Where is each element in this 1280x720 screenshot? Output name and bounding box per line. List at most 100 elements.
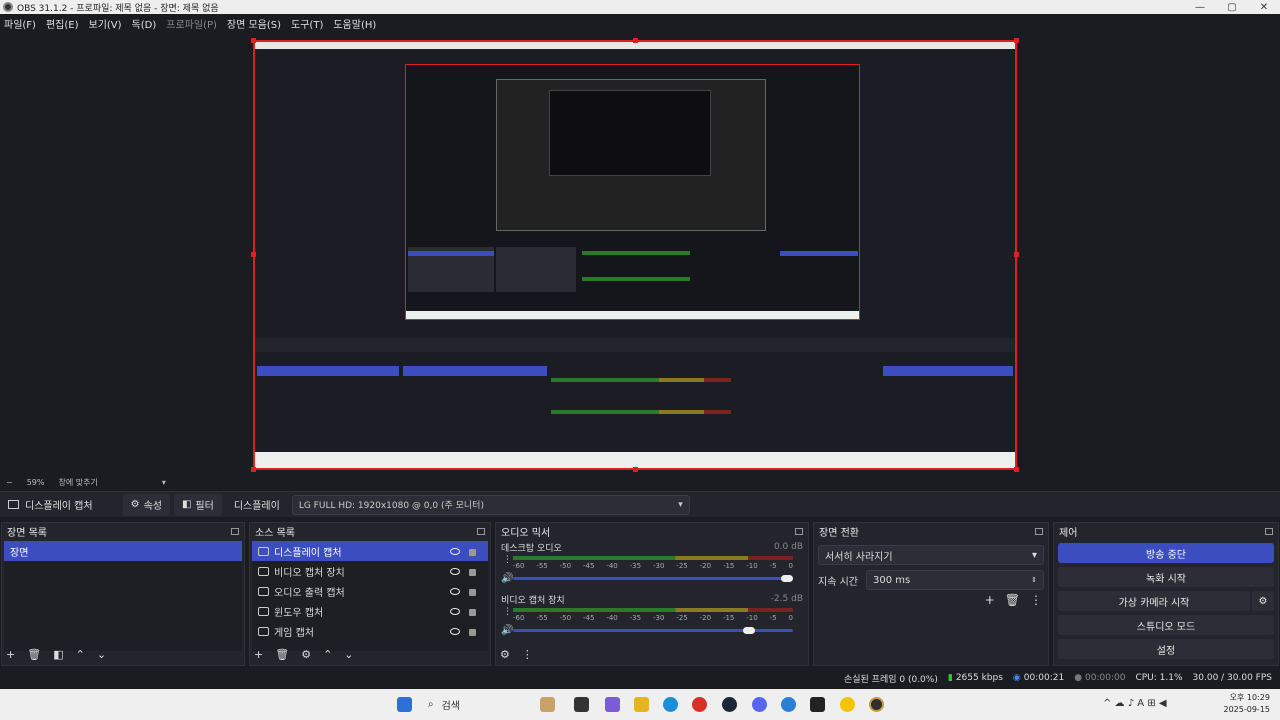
zoom-mode-select[interactable]: 창에 맞추기 xyxy=(58,477,97,488)
widgets-icon[interactable] xyxy=(540,697,555,712)
menu-help[interactable]: 도움말(H) xyxy=(333,16,376,31)
speaker-icon[interactable]: 🔊 xyxy=(501,573,513,584)
eye-icon[interactable] xyxy=(450,547,460,555)
gear-icon[interactable]: ⚙ xyxy=(301,648,311,661)
speaker-icon[interactable]: 🔊 xyxy=(501,625,513,636)
discord-icon[interactable] xyxy=(752,697,767,712)
copilot-icon[interactable] xyxy=(605,697,620,712)
lock-icon[interactable] xyxy=(469,569,476,576)
menu-view[interactable]: 보기(V) xyxy=(89,16,122,31)
meter-tick-label: -20 xyxy=(699,614,712,622)
resize-handle[interactable] xyxy=(1014,467,1019,472)
menu-profile[interactable]: 프로파일(P) xyxy=(166,16,217,31)
lock-icon[interactable] xyxy=(469,629,476,636)
volume-slider[interactable] xyxy=(513,575,793,582)
start-virtual-camera-button[interactable]: 가상 카메라 시작 xyxy=(1058,591,1250,611)
close-icon[interactable]: ✕ xyxy=(1249,0,1279,14)
chevron-down-icon[interactable]: ▾ xyxy=(162,478,166,487)
meter-tick-label: -50 xyxy=(559,614,572,622)
menu-scene-collection[interactable]: 장면 모음(S) xyxy=(227,16,281,31)
steam-icon[interactable] xyxy=(722,697,737,712)
player-icon[interactable] xyxy=(840,697,855,712)
undock-icon[interactable] xyxy=(1035,527,1043,535)
preview-area[interactable] xyxy=(0,33,1280,475)
chevron-down-icon[interactable]: ⌄ xyxy=(97,648,106,661)
properties-button[interactable]: ⚙ 속성 xyxy=(122,493,170,516)
trash-icon[interactable]: 🗑 xyxy=(1005,593,1020,607)
eye-icon[interactable] xyxy=(450,607,460,615)
obs-taskbar-icon[interactable] xyxy=(869,697,884,712)
taskbar-clock[interactable]: 오후 10:29 2025-09-15 xyxy=(1224,692,1271,716)
chevron-down-icon[interactable]: ⌄ xyxy=(344,648,353,661)
eye-icon[interactable] xyxy=(450,587,460,595)
filters-button[interactable]: ◧ 필터 xyxy=(173,493,222,516)
more-icon[interactable]: ⋮ xyxy=(503,555,512,565)
task-view-icon[interactable] xyxy=(574,697,589,712)
scene-item[interactable]: 장면 xyxy=(4,541,242,561)
controls-title: 제어 xyxy=(1059,527,1078,539)
resize-handle[interactable] xyxy=(633,38,638,43)
display-select[interactable]: LG FULL HD: 1920x1080 @ 0,0 (주 모니터) ▾ xyxy=(291,494,690,515)
lock-icon[interactable] xyxy=(469,589,476,596)
resize-handle[interactable] xyxy=(633,467,638,472)
undock-icon[interactable] xyxy=(477,527,485,535)
source-item[interactable]: 게임 캡처 xyxy=(252,621,488,641)
eye-icon[interactable] xyxy=(450,567,460,575)
menu-file[interactable]: 파일(F) xyxy=(4,16,36,31)
resize-handle[interactable] xyxy=(251,38,256,43)
stop-streaming-button[interactable]: 방송 중단 xyxy=(1058,543,1274,563)
tray-icons[interactable]: ^ ☁ ♪ A ⊞ ◀ xyxy=(1103,698,1167,709)
source-item[interactable]: 윈도우 캡처 xyxy=(252,601,488,621)
source-item[interactable]: 디스플레이 캡처 xyxy=(252,541,488,561)
maximize-icon[interactable]: ▢ xyxy=(1217,0,1247,14)
source-item[interactable]: 비디오 캡처 장치 xyxy=(252,561,488,581)
capcut-icon[interactable] xyxy=(810,697,825,712)
source-item[interactable]: 오디오 출력 캡처 xyxy=(252,581,488,601)
undock-icon[interactable] xyxy=(1265,527,1273,535)
add-icon[interactable]: + xyxy=(254,648,263,661)
more-icon[interactable]: ⋮ xyxy=(1030,593,1042,607)
undock-icon[interactable] xyxy=(795,527,803,535)
filter-icon[interactable]: ◧ xyxy=(53,648,63,661)
transition-select[interactable]: 서서히 사라지기 ▾ xyxy=(818,545,1044,565)
more-icon[interactable]: ⋮ xyxy=(503,607,512,617)
gear-icon[interactable]: ⚙ xyxy=(1252,591,1274,611)
lock-icon[interactable] xyxy=(469,609,476,616)
duration-input[interactable]: 300 ms ⇕ xyxy=(866,570,1044,590)
menu-edit[interactable]: 편집(E) xyxy=(46,16,79,31)
studio-mode-button[interactable]: 스튜디오 모드 xyxy=(1058,615,1274,635)
resize-handle[interactable] xyxy=(1014,38,1019,43)
file-explorer-icon[interactable] xyxy=(634,697,649,712)
minimize-icon[interactable]: — xyxy=(1185,0,1215,14)
trash-icon[interactable]: 🗑 xyxy=(275,648,289,661)
chrome-icon[interactable] xyxy=(692,697,707,712)
resize-handle[interactable] xyxy=(251,467,256,472)
settings-button[interactable]: 설정 xyxy=(1058,639,1274,659)
preview-canvas[interactable] xyxy=(253,40,1017,470)
windows-start-icon[interactable] xyxy=(397,697,412,712)
menu-tools[interactable]: 도구(T) xyxy=(291,16,323,31)
zoom-out-icon[interactable]: − xyxy=(6,478,13,487)
volume-knob[interactable] xyxy=(781,575,793,582)
gear-icon[interactable]: ⚙ xyxy=(500,648,510,661)
volume-slider[interactable] xyxy=(513,627,793,634)
spinner-icon[interactable]: ⇕ xyxy=(1031,576,1037,584)
resize-handle[interactable] xyxy=(251,252,256,257)
more-icon[interactable]: ⋮ xyxy=(522,648,533,661)
undock-icon[interactable] xyxy=(231,527,239,535)
chevron-up-icon[interactable]: ⌃ xyxy=(76,648,85,661)
menu-docks[interactable]: 독(D) xyxy=(132,16,157,31)
lock-icon[interactable] xyxy=(469,549,476,556)
add-icon[interactable]: + xyxy=(6,648,15,661)
start-recording-button[interactable]: 녹화 시작 xyxy=(1058,567,1274,587)
selected-source-name: 디스플레이 캡처 xyxy=(25,501,93,512)
edge-icon[interactable] xyxy=(663,697,678,712)
eye-icon[interactable] xyxy=(450,627,460,635)
trash-icon[interactable]: 🗑 xyxy=(27,648,41,661)
add-icon[interactable]: + xyxy=(985,593,995,607)
app-icon[interactable] xyxy=(781,697,796,712)
taskbar-search[interactable]: ⌕ 검색 xyxy=(420,695,530,714)
resize-handle[interactable] xyxy=(1014,252,1019,257)
chevron-up-icon[interactable]: ⌃ xyxy=(323,648,332,661)
volume-knob[interactable] xyxy=(743,627,756,634)
